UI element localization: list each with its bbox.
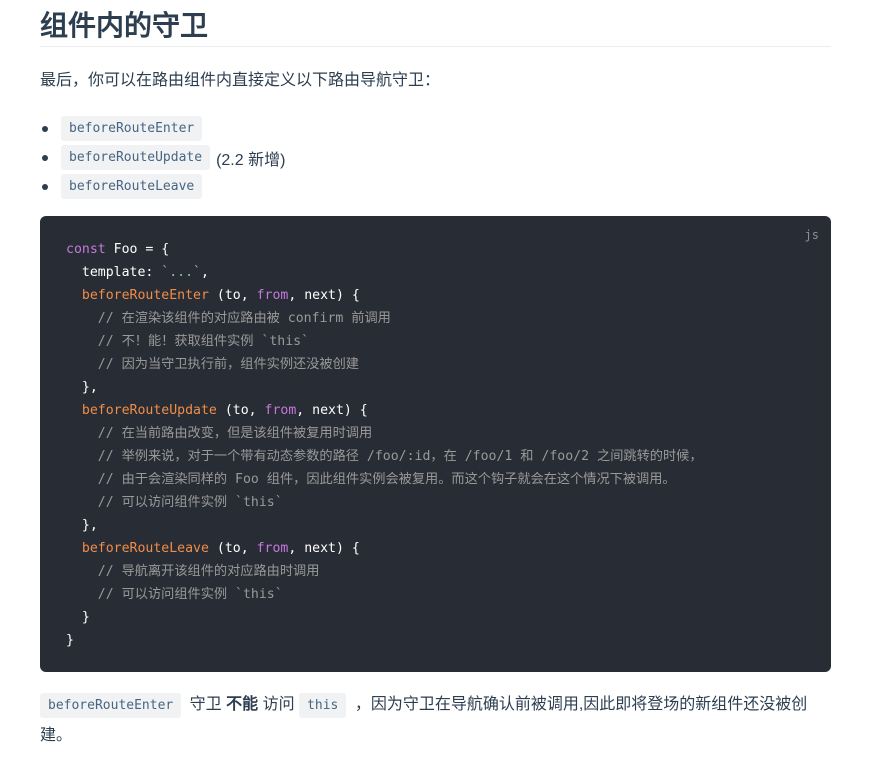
inline-code: beforeRouteUpdate [61, 145, 211, 170]
bullet-icon [42, 154, 48, 161]
hook-list: beforeRouteEnter beforeRouteUpdate (2.2 … [40, 114, 285, 201]
content: 组件内的守卫 最后，你可以在路由组件内直接定义以下路由导航守卫： beforeR… [40, 0, 831, 744]
inline-code: beforeRouteEnter [61, 116, 203, 141]
code-function: beforeRouteLeave [81, 541, 209, 556]
list-item: beforeRouteLeave [40, 172, 285, 201]
code-text: , next) { [296, 403, 368, 418]
code-string: `...` [161, 265, 201, 280]
inline-code: this [299, 693, 347, 718]
note-paragraph: beforeRouteEnter 守卫 不能 访问 this ，因为守卫在导航确… [40, 690, 831, 751]
note-text: 访问 [258, 696, 300, 713]
code-function: beforeRouteEnter [81, 288, 209, 303]
code-text: (to, [208, 541, 257, 556]
code-text: , next) { [288, 288, 360, 303]
code-comment: // 在渲染该组件的对应路由被 confirm 前调用 [66, 311, 391, 326]
code-text: (to, [216, 403, 265, 418]
code-comment: // 不！能！获取组件实例 `this` [66, 334, 310, 349]
list-item: beforeRouteUpdate (2.2 新增) [40, 143, 285, 172]
code-keyword: from [256, 541, 289, 556]
code-text: } [66, 633, 74, 648]
code-comment: // 可以访问组件实例 `this` [66, 587, 283, 602]
code-text: template: [66, 265, 162, 280]
code-comment: // 在当前路由改变，但是该组件被复用时调用 [66, 426, 373, 441]
code-function: beforeRouteUpdate [81, 403, 217, 418]
code-block[interactable]: js const Foo = { template: `...`, before… [40, 216, 831, 672]
bullet-icon [42, 125, 48, 132]
page-heading: 组件内的守卫 [40, 0, 831, 47]
code-keyword: from [264, 403, 297, 418]
code-text: , [200, 265, 209, 280]
code-comment: // 可以访问组件实例 `this` [66, 495, 283, 510]
code-keyword: const [66, 242, 106, 257]
list-item: beforeRouteEnter [40, 114, 285, 143]
code-text: (to, [208, 288, 257, 303]
code-text: }, [66, 518, 98, 533]
code-comment: // 因为当守卫执行前，组件实例还没被创建 [66, 357, 359, 372]
emphasis-text: 不能 [226, 696, 259, 713]
code-text: , next) { [288, 541, 360, 556]
code-keyword: from [256, 288, 289, 303]
code-comment: // 由于会渲染同样的 Foo 组件，因此组件实例会被复用。而这个钩子就会在这个… [66, 472, 676, 487]
code-language-label: js [804, 228, 819, 242]
inline-code: beforeRouteEnter [40, 693, 182, 718]
code-text: } [66, 610, 90, 625]
note-text: 守卫 [185, 696, 227, 713]
code-comment: // 举例来说，对于一个带有动态参数的路径 /foo/:id，在 /foo/1 … [66, 449, 703, 464]
intro-paragraph: 最后，你可以在路由组件内直接定义以下路由导航守卫： [40, 72, 441, 89]
code-comment: // 导航离开该组件的对应路由时调用 [66, 564, 320, 579]
code-text: }, [66, 380, 98, 395]
list-item-note: (2.2 新增) [216, 151, 286, 169]
inline-code: beforeRouteLeave [61, 174, 203, 199]
code-text: Foo = { [105, 242, 170, 257]
code-content[interactable]: const Foo = { template: `...`, beforeRou… [66, 238, 703, 652]
bullet-icon [42, 183, 48, 190]
